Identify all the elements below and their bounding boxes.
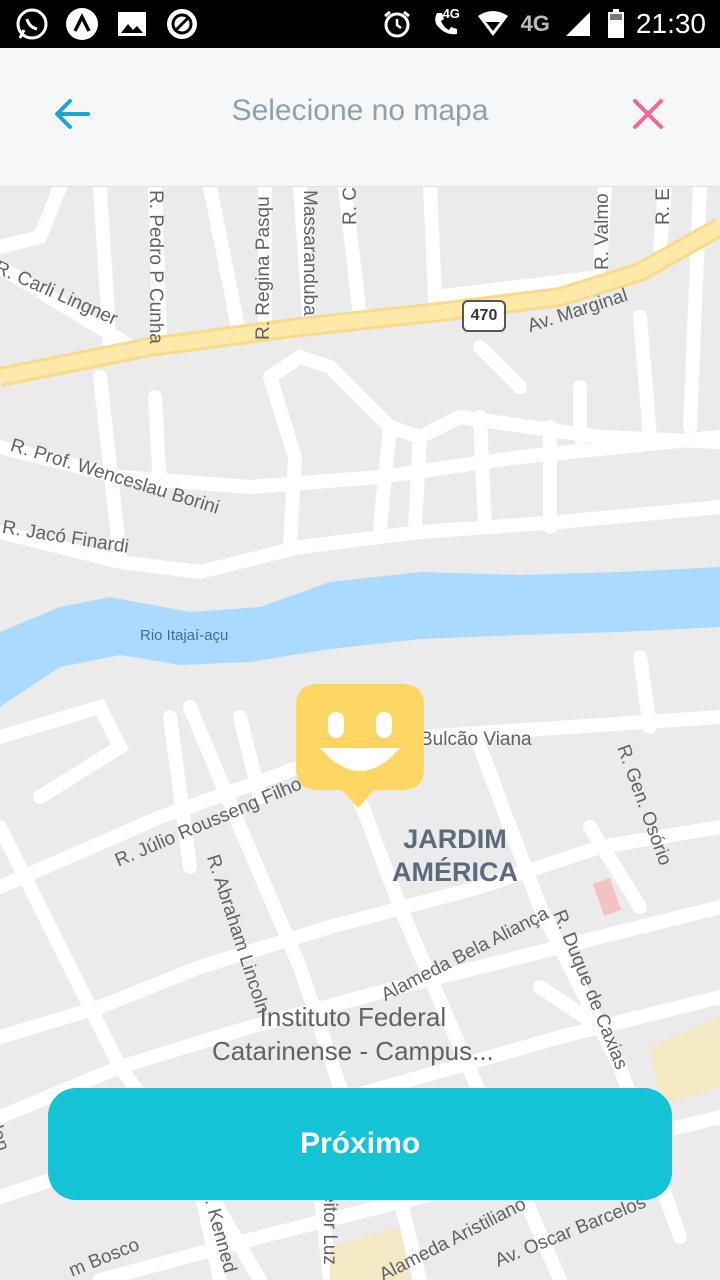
page-title: Selecione no mapa	[231, 94, 489, 127]
network-label: 4G	[442, 6, 460, 21]
wifi-icon	[475, 6, 511, 42]
network-label-2: 4G	[520, 11, 550, 36]
river-label: Rio Itajaí-açu	[140, 627, 229, 644]
close-icon	[633, 99, 663, 129]
district-line-2: AMÉRICA	[392, 857, 518, 887]
street-label: R. Pedro P Cunha	[145, 190, 166, 344]
arch-icon	[64, 6, 100, 42]
route-470-shield: 470	[462, 300, 506, 332]
smiley-location-marker-icon	[296, 684, 424, 808]
street-label: R. E	[653, 188, 674, 225]
gallery-icon	[114, 6, 150, 42]
street-label: R. Valmo	[592, 193, 613, 270]
street-label: Bulcão Viana	[420, 729, 532, 750]
poi-label: Instituto Federal Catarinense - Campus..…	[212, 1000, 494, 1068]
clock: 21:30	[635, 8, 706, 39]
street-label: R. C	[340, 187, 361, 225]
status-bar: 4G 4G 21:30	[0, 0, 720, 48]
map-view[interactable]: R. Carli Lingner R. Pedro P Cunha R. Reg…	[0, 187, 720, 1280]
street-label: R. Regina Pasqu	[253, 196, 274, 340]
blocked-icon	[164, 6, 200, 42]
next-button[interactable]: Próximo	[48, 1088, 672, 1200]
alarm-icon	[379, 6, 415, 42]
poi-line-2: Catarinense - Campus...	[212, 1036, 494, 1066]
close-button[interactable]	[626, 92, 670, 136]
street-label: eitor Luz	[319, 1192, 340, 1265]
poi-line-1: Instituto Federal	[259, 1002, 447, 1032]
whatsapp-icon	[14, 6, 50, 42]
app-header: Selecione no mapa	[0, 48, 720, 187]
battery-icon	[606, 6, 626, 42]
district-label: JARDIM AMÉRICA	[392, 823, 518, 889]
street-label: Massaranduba	[299, 190, 320, 316]
signal-icon	[560, 6, 596, 42]
location-marker[interactable]	[296, 684, 424, 828]
call-4g-icon: 4G	[425, 6, 465, 42]
